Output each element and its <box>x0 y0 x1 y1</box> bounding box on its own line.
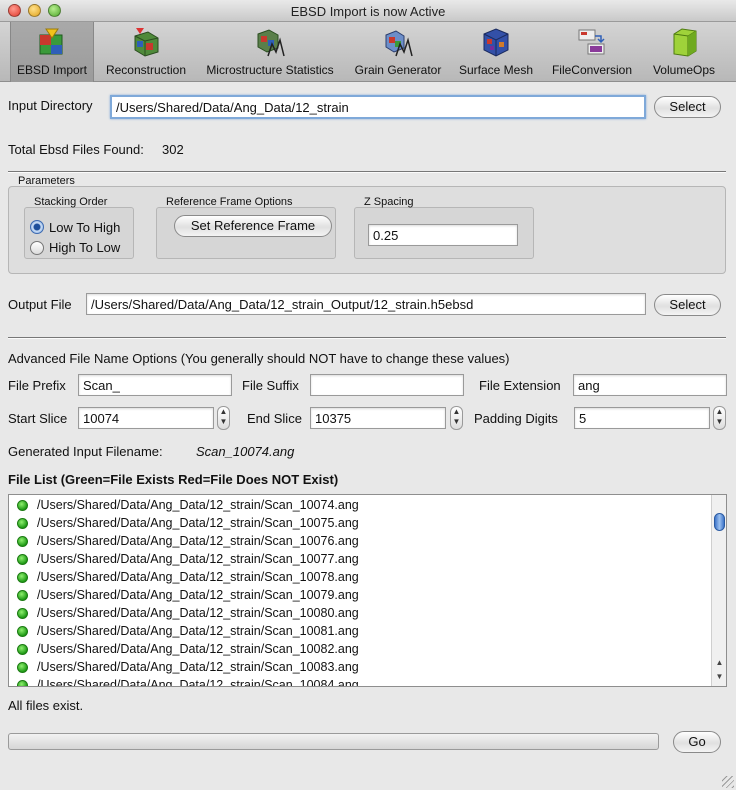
file-extension-label: File Extension <box>479 378 561 393</box>
file-exists-icon <box>17 590 28 601</box>
scroll-down-icon[interactable]: ▼ <box>712 672 726 681</box>
scroll-up-icon[interactable]: ▲ <box>712 658 726 667</box>
toolbar-item-ebsd-import[interactable]: EBSD Import <box>10 22 94 82</box>
toolbar-item-surface-mesh[interactable]: Surface Mesh <box>456 22 536 82</box>
advanced-options-title: Advanced File Name Options (You generall… <box>8 351 510 366</box>
generated-filename-label: Generated Input Filename: <box>8 444 163 459</box>
file-suffix-label: File Suffix <box>242 378 299 393</box>
file-path: /Users/Shared/Data/Ang_Data/12_strain/Sc… <box>37 660 359 674</box>
output-select-button[interactable]: Select <box>654 294 721 316</box>
toolbar: EBSD Import Reconstruction Microstructur… <box>0 22 736 82</box>
file-exists-icon <box>17 608 28 619</box>
file-path: /Users/Shared/Data/Ang_Data/12_strain/Sc… <box>37 516 359 530</box>
toolbar-item-label: Microstructure Statistics <box>206 63 334 77</box>
file-path: /Users/Shared/Data/Ang_Data/12_strain/Sc… <box>37 534 359 548</box>
resize-grip-icon[interactable] <box>722 776 734 788</box>
file-suffix-field[interactable] <box>310 374 464 396</box>
toolbar-item-microstructure-statistics[interactable]: Microstructure Statistics <box>200 22 340 82</box>
file-list-title: File List (Green=File Exists Red=File Do… <box>8 472 339 487</box>
file-exists-icon <box>17 536 28 547</box>
high-to-low-label[interactable]: High To Low <box>49 240 120 255</box>
toolbar-item-volume-ops[interactable]: VolumeOps <box>646 22 722 82</box>
go-button[interactable]: Go <box>673 731 721 753</box>
file-exists-icon <box>17 554 28 565</box>
output-file-label: Output File <box>8 297 72 312</box>
file-path: /Users/Shared/Data/Ang_Data/12_strain/Sc… <box>37 678 359 687</box>
microstructure-statistics-icon <box>257 29 285 57</box>
file-exists-icon <box>17 644 28 655</box>
status-text: All files exist. <box>8 698 84 713</box>
low-to-high-radio[interactable] <box>30 220 44 234</box>
scrollbar-thumb[interactable] <box>714 513 725 531</box>
reference-frame-title: Reference Frame Options <box>166 196 293 208</box>
file-list-scrollbar[interactable]: ▲ ▼ <box>711 495 726 686</box>
toolbar-item-reconstruction[interactable]: Reconstruction <box>102 22 190 82</box>
start-slice-stepper[interactable]: ▲ ▼ <box>217 406 230 430</box>
generated-filename-value: Scan_10074.ang <box>196 444 295 459</box>
volume-ops-icon <box>673 28 697 57</box>
end-slice-field[interactable]: 10375 <box>310 407 446 429</box>
progress-bar <box>8 733 659 750</box>
grain-generator-icon <box>385 30 413 57</box>
input-select-button[interactable]: Select <box>654 96 721 118</box>
high-to-low-radio[interactable] <box>30 241 44 255</box>
padding-digits-field[interactable]: 5 <box>574 407 710 429</box>
file-exists-icon <box>17 572 28 583</box>
file-path: /Users/Shared/Data/Ang_Data/12_strain/Sc… <box>37 552 359 566</box>
toolbar-item-label: FileConversion <box>551 63 633 77</box>
file-path: /Users/Shared/Data/Ang_Data/12_strain/Sc… <box>37 588 359 602</box>
toolbar-item-label: Reconstruction <box>105 63 187 77</box>
start-slice-label: Start Slice <box>8 411 68 426</box>
divider <box>8 337 726 339</box>
start-slice-field[interactable]: 10074 <box>78 407 214 429</box>
file-list[interactable]: /Users/Shared/Data/Ang_Data/12_strain/Sc… <box>8 494 727 687</box>
toolbar-item-grain-generator[interactable]: Grain Generator <box>350 22 446 82</box>
end-slice-label: End Slice <box>247 411 302 426</box>
low-to-high-label[interactable]: Low To High <box>49 220 120 235</box>
end-slice-stepper[interactable]: ▲ ▼ <box>450 406 463 430</box>
parameters-title: Parameters <box>18 175 75 187</box>
stacking-order-title: Stacking Order <box>34 196 108 208</box>
ebsd-import-icon <box>39 28 63 55</box>
padding-digits-label: Padding Digits <box>474 411 558 426</box>
file-path: /Users/Shared/Data/Ang_Data/12_strain/Sc… <box>37 498 359 512</box>
input-directory-field[interactable]: /Users/Shared/Data/Ang_Data/12_strain <box>110 95 646 119</box>
file-prefix-field[interactable]: Scan_ <box>78 374 232 396</box>
total-files-label: Total Ebsd Files Found: <box>8 142 144 157</box>
toolbar-item-label: VolumeOps <box>652 63 716 77</box>
surface-mesh-icon <box>483 28 509 57</box>
total-files-count: 302 <box>162 142 184 157</box>
file-exists-icon <box>17 518 28 529</box>
file-exists-icon <box>17 626 28 637</box>
file-exists-icon <box>17 500 28 511</box>
input-directory-label: Input Directory <box>8 98 93 113</box>
file-path: /Users/Shared/Data/Ang_Data/12_strain/Sc… <box>37 642 359 656</box>
divider <box>8 171 726 173</box>
reconstruction-icon <box>134 28 159 57</box>
toolbar-item-label: Grain Generator <box>354 63 442 77</box>
set-reference-frame-button[interactable]: Set Reference Frame <box>174 215 332 237</box>
title-bar: EBSD Import is now Active <box>0 0 736 22</box>
file-path: /Users/Shared/Data/Ang_Data/12_strain/Sc… <box>37 570 359 584</box>
toolbar-item-label: Surface Mesh <box>458 63 534 77</box>
file-extension-field[interactable]: ang <box>573 374 727 396</box>
toolbar-item-file-conversion[interactable]: FileConversion <box>546 22 638 82</box>
file-exists-icon <box>17 662 28 673</box>
output-file-field[interactable]: /Users/Shared/Data/Ang_Data/12_strain_Ou… <box>86 293 646 315</box>
file-path: /Users/Shared/Data/Ang_Data/12_strain/Sc… <box>37 606 359 620</box>
padding-digits-stepper[interactable]: ▲ ▼ <box>713 406 726 430</box>
window-title: EBSD Import is now Active <box>290 4 446 19</box>
file-exists-icon <box>17 680 28 686</box>
file-path: /Users/Shared/Data/Ang_Data/12_strain/Sc… <box>37 624 359 638</box>
z-spacing-field[interactable]: 0.25 <box>368 224 518 246</box>
file-prefix-label: File Prefix <box>8 378 66 393</box>
file-conversion-icon <box>578 29 605 55</box>
z-spacing-title: Z Spacing <box>364 196 414 208</box>
toolbar-item-label: EBSD Import <box>16 63 88 77</box>
